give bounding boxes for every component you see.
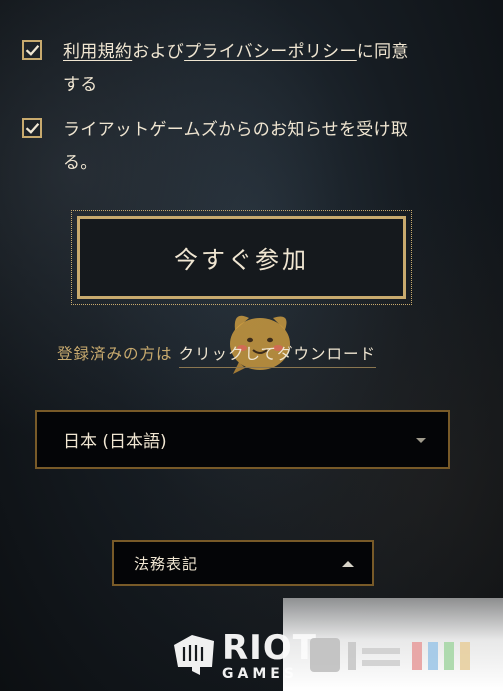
news-consent-text: ライアットゲームズからのお知らせを受け取 る。 <box>63 114 408 180</box>
terms-checkbox[interactable] <box>22 40 42 60</box>
watermark-logo-icon <box>310 638 470 672</box>
registered-download-line: 登録済みの方は クリックしてダウンロード <box>57 342 377 368</box>
terms-connector-text: および <box>132 42 185 62</box>
privacy-policy-link[interactable]: プライバシーポリシー <box>184 42 357 62</box>
terms-consent-text: 利用規約およびプライバシーポリシーに同意する <box>63 36 409 102</box>
join-now-button[interactable]: 今すぐ参加 <box>77 216 406 299</box>
registered-prefix-text: 登録済みの方は <box>57 345 173 363</box>
terms-agree-text-2: する <box>63 75 98 95</box>
news-consent-line-1: ライアットゲームズからのお知らせを受け取 <box>63 120 409 140</box>
legal-notice-dropdown[interactable]: 法務表記 <box>112 540 374 586</box>
news-checkbox[interactable] <box>22 118 42 138</box>
checkmark-icon <box>25 44 39 56</box>
terms-consent-row: 利用規約およびプライバシーポリシーに同意する <box>22 36 467 102</box>
legal-notice-label: 法務表記 <box>134 554 199 573</box>
terms-agree-text: に同意 <box>356 42 409 62</box>
mascot-icon <box>230 315 290 374</box>
caret-down-icon <box>416 438 426 443</box>
news-consent-line-2: る。 <box>63 153 98 173</box>
download-link[interactable]: クリックしてダウンロード <box>178 345 377 368</box>
news-consent-row: ライアットゲームズからのお知らせを受け取 る。 <box>22 114 467 180</box>
language-select[interactable]: 日本 (日本語) <box>35 410 450 469</box>
checkmark-icon <box>25 122 39 134</box>
terms-of-service-link[interactable]: 利用規約 <box>63 42 132 62</box>
riot-fist-icon <box>174 635 214 675</box>
caret-up-icon <box>342 561 354 567</box>
language-select-value: 日本 (日本語) <box>63 432 167 452</box>
